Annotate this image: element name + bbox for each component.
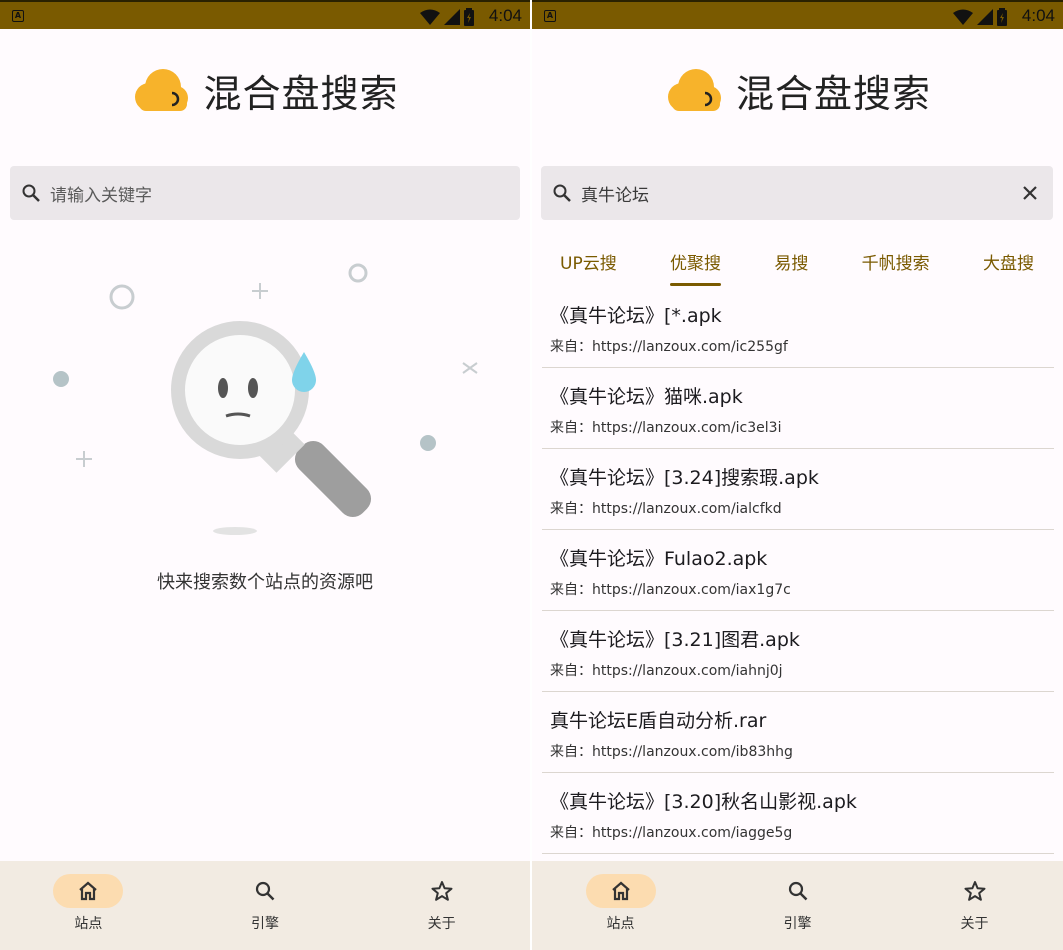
nav-label: 引擎 xyxy=(783,916,812,932)
nav-pill xyxy=(940,874,1010,908)
search-icon xyxy=(255,881,275,901)
result-title: 真牛论坛E盾自动分析.rar xyxy=(550,710,767,732)
empty-state-message: 快来搜索数个站点的资源吧 xyxy=(157,572,373,593)
app-title: 混合盘搜索 xyxy=(203,71,399,116)
result-title: 《真牛论坛》Fulao2.apk xyxy=(550,548,768,570)
result-source: 来自：https://lanzoux.com/ialcfkd xyxy=(550,501,782,517)
nav-item-engines[interactable]: 引擎 xyxy=(709,861,886,950)
tab-dapansou[interactable]: 大盘搜 xyxy=(977,236,1040,286)
nav-item-sites[interactable]: 站点 xyxy=(532,861,709,950)
search-bar[interactable]: 请输入关键字 xyxy=(10,166,520,220)
bottom-navigation: 站点 引擎 关于 xyxy=(532,861,1063,950)
nav-label: 引擎 xyxy=(251,916,279,932)
battery-icon xyxy=(464,8,474,26)
result-item[interactable]: 《真牛论坛》[3.24]搜索瑕.apk 来自：https://lanzoux.c… xyxy=(542,449,1054,530)
cloud-logo-icon xyxy=(135,69,189,111)
nav-item-engines[interactable]: 引擎 xyxy=(177,861,354,950)
search-icon xyxy=(553,184,571,202)
status-bar: A 4:04 xyxy=(532,0,1063,29)
result-title: 《真牛论坛》[3.24]搜索瑕.apk xyxy=(550,467,819,489)
system-icons xyxy=(420,8,474,26)
result-source: 来自：https://lanzoux.com/ic3el3i xyxy=(550,420,782,436)
result-source: 来自：https://lanzoux.com/iax1g7c xyxy=(550,582,791,598)
star-icon xyxy=(431,881,453,901)
result-item[interactable]: 《真牛论坛》Fulao2.apk 来自：https://lanzoux.com/… xyxy=(542,530,1054,611)
status-bar: A 4:04 xyxy=(0,0,530,29)
cloud-logo-icon xyxy=(667,69,721,111)
result-item[interactable]: 真牛论坛E盾自动分析.rar 来自：https://lanzoux.com/ib… xyxy=(542,692,1054,773)
search-icon xyxy=(788,881,807,901)
result-item[interactable]: 《真牛论坛》[*.apk 来自：https://lanzoux.com/ic25… xyxy=(542,287,1054,368)
battery-icon xyxy=(997,8,1007,26)
empty-search-illustration xyxy=(53,263,478,535)
result-list: 《真牛论坛》[*.apk 来自：https://lanzoux.com/ic25… xyxy=(542,287,1054,854)
nav-pill xyxy=(407,874,477,908)
result-title: 《真牛论坛》猫咪.apk xyxy=(550,386,743,408)
nav-label: 关于 xyxy=(427,916,456,932)
nav-pill xyxy=(763,874,833,908)
clock: 4:04 xyxy=(1021,6,1055,25)
search-icon xyxy=(22,184,40,202)
nav-label: 站点 xyxy=(606,916,635,932)
result-source: 来自：https://lanzoux.com/ic255gf xyxy=(550,339,788,355)
search-input[interactable]: 请输入关键字 xyxy=(50,181,152,206)
engine-tabs: UP云搜 优聚搜 易搜 千帆搜索 大盘搜 xyxy=(542,236,1052,286)
notification-icon: A xyxy=(12,10,24,22)
result-title: 《真牛论坛》[3.20]秋名山影视.apk xyxy=(550,791,857,813)
home-icon xyxy=(611,881,630,901)
bottom-navigation: 站点 引擎 关于 xyxy=(0,861,530,950)
home-icon xyxy=(79,881,98,901)
signal-icon xyxy=(444,9,460,25)
nav-pill xyxy=(230,874,300,908)
result-source: 来自：https://lanzoux.com/iagge5g xyxy=(550,825,793,841)
result-item[interactable]: 《真牛论坛》[3.20]秋名山影视.apk 来自：https://lanzoux… xyxy=(542,773,1054,854)
nav-label: 关于 xyxy=(960,916,989,932)
notification-icon: A xyxy=(544,10,556,22)
result-source: 来自：https://lanzoux.com/ib83hhg xyxy=(550,744,793,760)
nav-pill xyxy=(585,874,656,908)
star-icon xyxy=(964,881,985,901)
wifi-icon xyxy=(420,9,440,25)
nav-pill xyxy=(53,874,124,908)
tab-yisou[interactable]: 易搜 xyxy=(768,236,814,286)
screen-search-results: A 4:04 混合盘搜索 真牛论坛 UP云搜 优聚搜 易搜 千帆搜索 大盘搜 《… xyxy=(532,0,1063,950)
search-bar[interactable]: 真牛论坛 xyxy=(541,166,1053,220)
screen-home-empty: A 4:04 混合盘搜索 请输入关键字 快来搜索数个站点的资源吧 站点 引擎 关… xyxy=(0,0,530,950)
tab-youjusou[interactable]: 优聚搜 xyxy=(664,236,727,286)
tab-up-yunsou[interactable]: UP云搜 xyxy=(554,236,623,286)
result-title: 《真牛论坛》[*.apk xyxy=(550,305,722,327)
app-header: 混合盘搜索 xyxy=(532,60,1063,120)
result-item[interactable]: 《真牛论坛》猫咪.apk 来自：https://lanzoux.com/ic3e… xyxy=(542,368,1054,449)
signal-icon xyxy=(977,9,993,25)
nav-label: 站点 xyxy=(74,916,103,932)
wifi-icon xyxy=(953,9,973,25)
tab-qianfan[interactable]: 千帆搜索 xyxy=(856,236,936,286)
result-item[interactable]: 《真牛论坛》[3.21]图君.apk 来自：https://lanzoux.co… xyxy=(542,611,1054,692)
system-icons xyxy=(953,8,1007,26)
nav-item-about[interactable]: 关于 xyxy=(886,861,1063,950)
clock: 4:04 xyxy=(488,6,522,25)
nav-item-sites[interactable]: 站点 xyxy=(0,861,177,950)
app-header: 混合盘搜索 xyxy=(0,60,530,120)
result-title: 《真牛论坛》[3.21]图君.apk xyxy=(550,629,800,651)
nav-item-about[interactable]: 关于 xyxy=(353,861,530,950)
app-title: 混合盘搜索 xyxy=(735,71,931,116)
clear-icon[interactable] xyxy=(1019,182,1041,204)
search-input[interactable]: 真牛论坛 xyxy=(581,181,649,206)
result-source: 来自：https://lanzoux.com/iahnj0j xyxy=(550,663,783,679)
